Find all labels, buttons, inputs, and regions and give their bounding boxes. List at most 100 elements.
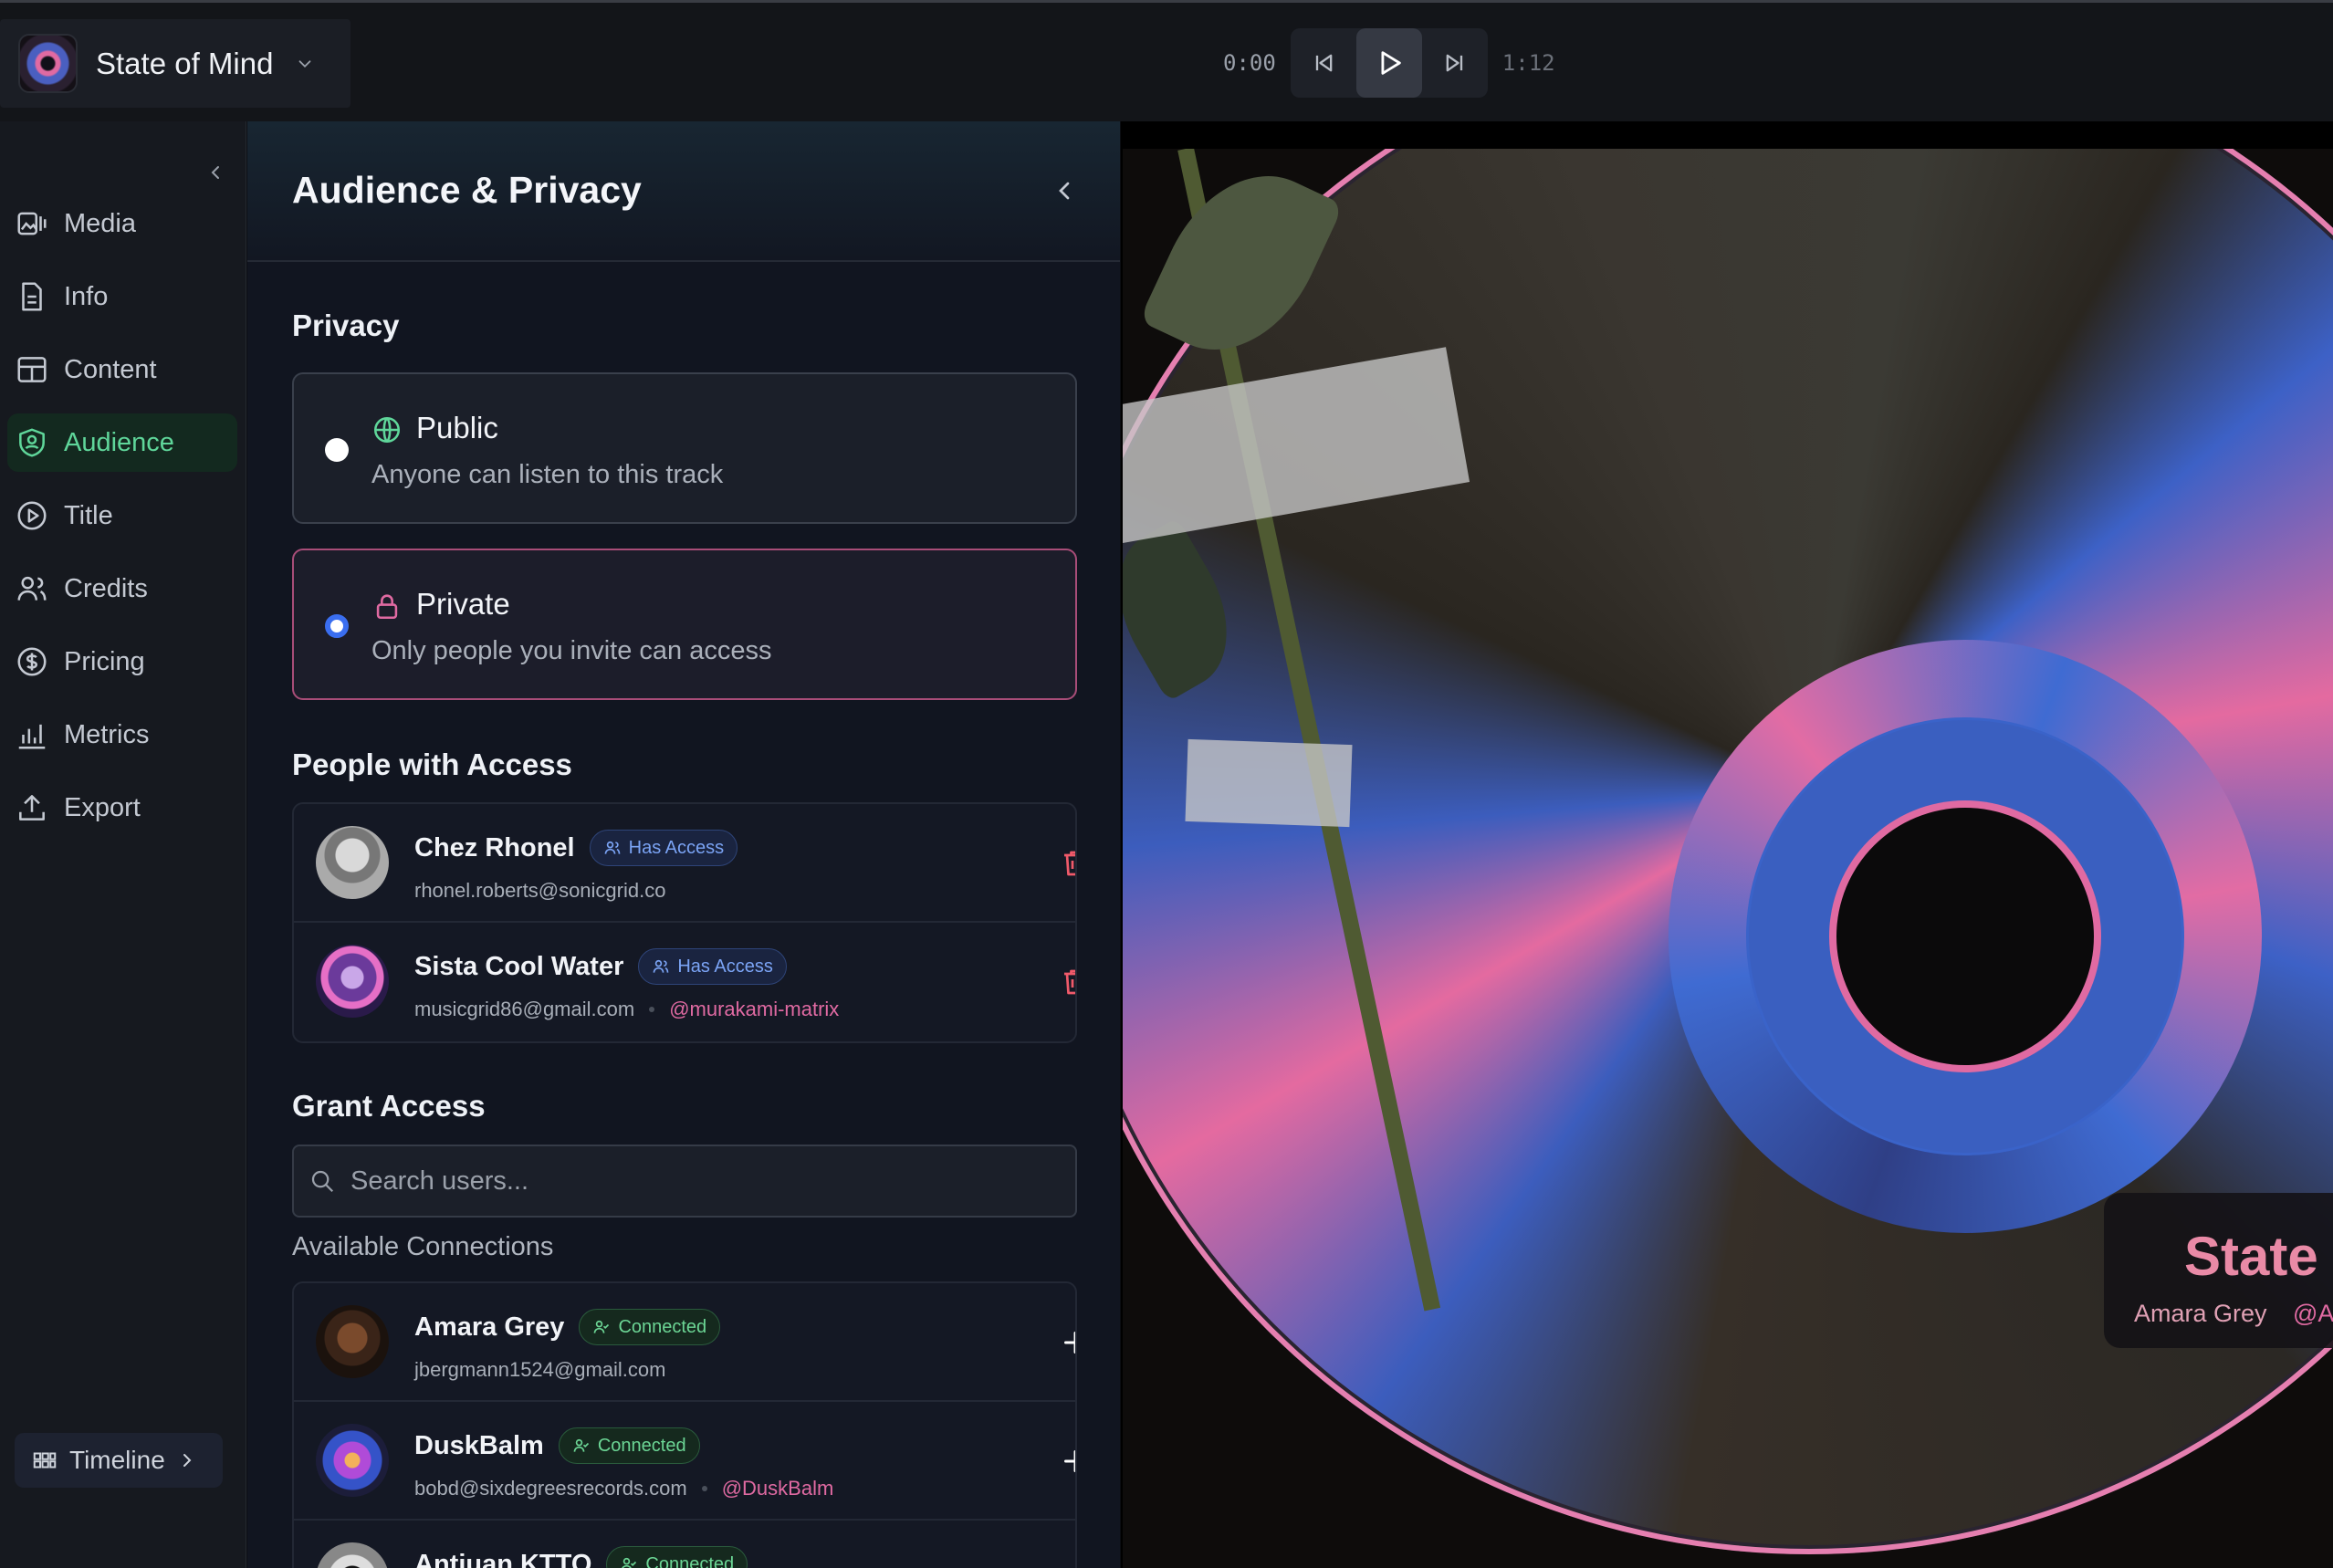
list-item: DuskBalm Connected bobd@sixdegreesrecord… bbox=[294, 1402, 1075, 1521]
trash-icon[interactable] bbox=[1059, 847, 1077, 880]
separator-dot bbox=[701, 1486, 707, 1491]
sidebar-item-label: Credits bbox=[64, 573, 148, 603]
left-sidebar: Media Info Content Audience Title Credit… bbox=[0, 121, 246, 1568]
cover-artwork bbox=[1123, 149, 2333, 1568]
total-time: 1:12 bbox=[1501, 50, 1555, 76]
plus-icon[interactable] bbox=[1059, 1326, 1077, 1359]
person-name: Sista Cool Water bbox=[414, 951, 624, 981]
cover-preview bbox=[1121, 121, 2333, 1568]
collapse-sidebar-icon[interactable] bbox=[204, 162, 226, 183]
avatar bbox=[316, 1424, 389, 1497]
sidebar-item-label: Info bbox=[64, 281, 109, 311]
plus-icon[interactable] bbox=[1059, 1445, 1077, 1478]
public-description: Anyone can listen to this track bbox=[371, 460, 724, 489]
sidebar-item-pricing[interactable]: Pricing bbox=[7, 632, 237, 691]
sidebar-item-metrics[interactable]: Metrics bbox=[7, 706, 237, 764]
dollar-circle-icon bbox=[17, 647, 47, 676]
list-item: Amara Grey Connected jbergmann1524@gmail… bbox=[294, 1283, 1075, 1402]
private-description: Only people you invite can access bbox=[371, 636, 772, 665]
badge-label: Has Access bbox=[677, 956, 773, 977]
private-label: Private bbox=[416, 587, 510, 621]
user-check-icon bbox=[622, 1557, 637, 1568]
person-handle[interactable]: @murakami-matrix bbox=[669, 998, 839, 1021]
avatar bbox=[316, 1542, 389, 1568]
sidebar-nav: Media Info Content Audience Title Credit… bbox=[7, 194, 237, 852]
users-icon bbox=[604, 841, 620, 854]
available-connections-list: Amara Grey Connected jbergmann1524@gmail… bbox=[292, 1281, 1077, 1568]
person-meta: rhonel.roberts@sonicgrid.co bbox=[414, 879, 665, 903]
available-connections-heading: Available Connections bbox=[292, 1232, 554, 1261]
audience-privacy-panel: Audience & Privacy Privacy Public Anyone… bbox=[247, 121, 1120, 1568]
project-selector[interactable]: State of Mind bbox=[0, 19, 350, 108]
sidebar-item-export[interactable]: Export bbox=[7, 779, 237, 837]
sidebar-item-label: Content bbox=[64, 354, 157, 384]
people-with-access-list: Chez Rhonel Has Access rhonel.roberts@so… bbox=[292, 802, 1077, 1043]
media-icon bbox=[17, 212, 47, 235]
tape-strip bbox=[1185, 738, 1353, 828]
person-email: bobd@sixdegreesrecords.com bbox=[414, 1477, 687, 1500]
status-badge: Has Access bbox=[589, 830, 738, 866]
person-email: musicgrid86@gmail.com bbox=[414, 998, 635, 1020]
person-name: Antiuan KTTO bbox=[414, 1549, 592, 1568]
avatar bbox=[316, 826, 389, 899]
sidebar-item-label: Pricing bbox=[64, 646, 145, 676]
person-meta: jbergmann1524@gmail.com bbox=[414, 1358, 665, 1382]
person-handle[interactable]: @DuskBalm bbox=[722, 1477, 834, 1500]
skip-forward-button[interactable] bbox=[1422, 28, 1488, 98]
users-icon bbox=[17, 576, 47, 601]
badge-label: Has Access bbox=[628, 837, 725, 858]
public-option[interactable]: Public Anyone can listen to this track bbox=[292, 372, 1077, 524]
sidebar-item-label: Audience bbox=[64, 427, 174, 457]
skip-back-icon bbox=[1315, 54, 1333, 72]
public-radio[interactable] bbox=[325, 438, 349, 462]
list-item: Sista Cool Water Has Access musicgrid86@… bbox=[294, 923, 1075, 1041]
sidebar-item-title[interactable]: Title bbox=[7, 486, 237, 545]
search-input[interactable] bbox=[350, 1166, 1062, 1197]
private-radio[interactable] bbox=[325, 614, 349, 638]
person-name: Chez Rhonel bbox=[414, 832, 575, 862]
sidebar-item-content[interactable]: Content bbox=[7, 340, 237, 399]
search-field[interactable] bbox=[292, 1145, 1077, 1218]
play-button[interactable] bbox=[1355, 28, 1422, 98]
avatar bbox=[316, 945, 389, 1018]
project-title: State of Mind bbox=[96, 46, 274, 80]
sidebar-item-info[interactable]: Info bbox=[7, 267, 237, 326]
user-check-icon bbox=[594, 1320, 610, 1333]
search-icon bbox=[311, 1170, 334, 1193]
grid-icon bbox=[33, 1452, 57, 1469]
private-option[interactable]: Private Only people you invite can acces… bbox=[292, 549, 1077, 700]
person-email: rhonel.roberts@sonicgrid.co bbox=[414, 879, 666, 902]
person-name-row: Sista Cool Water Has Access bbox=[414, 948, 787, 985]
title-card-artist: Amara Grey bbox=[2134, 1300, 2267, 1327]
sidebar-item-media[interactable]: Media bbox=[7, 194, 237, 253]
current-time: 0:00 bbox=[1223, 50, 1276, 76]
play-icon bbox=[1381, 51, 1401, 75]
people-heading: People with Access bbox=[292, 747, 572, 781]
privacy-heading: Privacy bbox=[292, 308, 400, 342]
shield-user-icon bbox=[19, 428, 45, 457]
person-meta: bobd@sixdegreesrecords.com @DuskBalm bbox=[414, 1477, 833, 1500]
person-name: DuskBalm bbox=[414, 1430, 544, 1460]
skip-forward-icon bbox=[1446, 54, 1462, 72]
transport-controls: 0:00 1:12 bbox=[1223, 28, 1555, 98]
cd-center-hole bbox=[1836, 808, 2094, 1065]
title-card-handle: @A bbox=[2293, 1300, 2333, 1327]
badge-label: Connected bbox=[597, 1435, 686, 1456]
skip-back-button[interactable] bbox=[1291, 28, 1356, 98]
table-icon bbox=[17, 357, 47, 382]
sidebar-item-audience[interactable]: Audience bbox=[7, 413, 237, 472]
chevron-right-icon bbox=[183, 1454, 192, 1467]
sidebar-item-label: Media bbox=[64, 208, 136, 238]
panel-header: Audience & Privacy bbox=[247, 121, 1120, 262]
person-name-row: Amara Grey Connected bbox=[414, 1309, 721, 1345]
separator-dot bbox=[649, 1007, 655, 1012]
person-name-row: Chez Rhonel Has Access bbox=[414, 830, 738, 866]
sidebar-item-credits[interactable]: Credits bbox=[7, 559, 237, 618]
document-icon bbox=[22, 282, 42, 311]
status-badge: Connected bbox=[579, 1309, 721, 1345]
user-check-icon bbox=[573, 1438, 589, 1452]
trash-icon[interactable] bbox=[1059, 966, 1077, 998]
timeline-button[interactable]: Timeline bbox=[15, 1433, 223, 1488]
lock-icon bbox=[376, 594, 398, 620]
chevron-left-icon[interactable] bbox=[1050, 176, 1079, 205]
